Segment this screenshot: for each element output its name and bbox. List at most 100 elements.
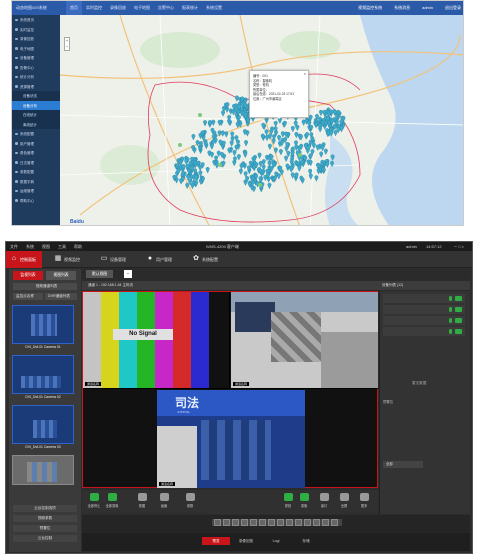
control-button[interactable]: 全屏 [334, 493, 354, 508]
camera-item[interactable] [12, 455, 74, 485]
preset[interactable]: 预置位 [13, 525, 77, 532]
sidebar-item[interactable]: 数据字典 [12, 177, 60, 187]
zoom-control[interactable]: + − [64, 37, 70, 51]
menu-item[interactable]: 工具 [58, 244, 66, 250]
right-row[interactable] [383, 294, 465, 303]
camera-icon[interactable] [455, 329, 462, 334]
layout-button-icon[interactable] [259, 519, 266, 526]
layout-button-icon[interactable] [223, 519, 230, 526]
right-select[interactable]: 全部 [383, 461, 423, 468]
sidebar-item[interactable]: 电子地图 [12, 44, 60, 54]
gis-tab[interactable]: 首页 [66, 1, 82, 15]
video-cell[interactable]: 司法 JUSTICE 通道名称 [157, 390, 305, 488]
control-button[interactable]: 参数 [180, 493, 200, 508]
sidebar-item[interactable]: 参数配置 [12, 167, 60, 177]
menu-item[interactable]: 视图 [42, 244, 50, 250]
control-button[interactable]: 窗口 [314, 493, 334, 508]
control-button[interactable]: 更多 [354, 493, 374, 508]
sidebar-item[interactable]: 系统首页 [12, 15, 60, 25]
layout-button-icon[interactable] [250, 519, 257, 526]
sidebar-item[interactable]: 设备状态 [12, 91, 60, 101]
camera-icon[interactable] [455, 296, 462, 301]
mic-icon[interactable] [449, 307, 452, 312]
sidebar-item[interactable]: 运维管理 [12, 186, 60, 196]
layout-button-icon[interactable] [214, 519, 221, 526]
tab-monitor-list[interactable]: 监视列表 [13, 271, 43, 280]
camera-icon[interactable] [455, 307, 462, 312]
nav-video[interactable]: ▦ 视频监控 [50, 251, 88, 268]
sidebar-item[interactable]: 帮助中心 [12, 196, 60, 206]
layout-button-icon[interactable] [232, 519, 239, 526]
control-button[interactable]: 全部录像 [102, 493, 122, 508]
gis-tab[interactable]: 录像回放 [106, 1, 130, 15]
layout-button-icon[interactable] [304, 519, 311, 526]
gis-logout[interactable]: 退出登录 [445, 5, 461, 11]
ptz-options[interactable]: 云台控制选项 [13, 505, 77, 512]
camera-icon[interactable] [455, 318, 462, 323]
sidebar-item[interactable]: 用户管理 [12, 139, 60, 149]
gis-tab[interactable]: 系统设置 [202, 1, 226, 15]
control-button[interactable]: 抓图 [132, 493, 152, 508]
camera-item[interactable]: DVI_Dsf-01 Camera 01 [12, 305, 74, 349]
view-tab[interactable]: 默认视图 [86, 270, 114, 278]
nav-config[interactable]: ✿ 系统配置 [188, 251, 226, 268]
footer-tab[interactable]: 存储 [292, 537, 320, 545]
sidebar-item[interactable]: 告警中心 [12, 63, 60, 73]
video-cell[interactable]: 通道名称 [231, 292, 378, 389]
layout-button-icon[interactable] [286, 519, 293, 526]
camera-thumb[interactable] [12, 455, 74, 485]
sidebar-item[interactable]: 实时监控 [12, 25, 60, 35]
map-canvas[interactable] [60, 15, 464, 226]
add-tab-icon[interactable]: + [124, 270, 132, 278]
mic-icon[interactable] [449, 318, 452, 323]
ptz-control[interactable]: 云台控制 [13, 535, 77, 542]
menu-item[interactable]: 帮助 [74, 244, 82, 250]
layout-button-icon[interactable] [277, 519, 284, 526]
menu-item[interactable]: 系统 [26, 244, 34, 250]
mic-icon[interactable] [449, 296, 452, 301]
popup-close-icon[interactable]: × [304, 71, 306, 77]
gis-tab[interactable]: 电子地图 [130, 1, 154, 15]
gis-map[interactable]: + − 编号：001 名称：摄像机 类型：枪机 所属单位： 最后在线：2021-0… [60, 15, 464, 226]
layout-button-icon[interactable] [268, 519, 275, 526]
select-a[interactable]: 监控点名称 [13, 293, 43, 300]
footer-tab[interactable]: Logi [262, 537, 290, 545]
control-button[interactable]: 全部停止 [84, 493, 104, 508]
right-row[interactable] [383, 305, 465, 314]
gis-link-message[interactable]: 系统消息 [394, 5, 410, 11]
gis-tab[interactable]: 实时监控 [82, 1, 106, 15]
right-row[interactable] [383, 327, 465, 336]
camera-thumb[interactable] [12, 305, 74, 344]
right-row[interactable] [383, 316, 465, 325]
camera-thumb[interactable] [12, 355, 74, 394]
camera-item[interactable]: DVI_Dsf-01 Camera 03 [12, 405, 74, 449]
camera-thumb[interactable] [12, 405, 74, 444]
sidebar-item[interactable]: 系统配置 [12, 129, 60, 139]
window-controls-icon[interactable]: ─ □ × [454, 244, 464, 249]
nav-user[interactable]: ● 用户管理 [142, 251, 180, 268]
camera-item[interactable]: DVI_Dsf-01 Camera 02 [12, 355, 74, 399]
sidebar-item[interactable]: 离线统计 [12, 119, 60, 129]
sidebar-item[interactable]: 角色管理 [12, 148, 60, 158]
menu-item[interactable]: 文件 [10, 244, 18, 250]
mic-icon[interactable] [449, 329, 452, 334]
layout-button-icon[interactable] [241, 519, 248, 526]
layout-button-icon[interactable] [322, 519, 329, 526]
sidebar-item[interactable]: 录像回放 [12, 34, 60, 44]
footer-tab[interactable]: 预览 [202, 537, 230, 545]
gis-tab[interactable]: 报表统计 [178, 1, 202, 15]
channel-group[interactable]: 视频通道列表 [13, 283, 77, 290]
sidebar-item[interactable]: 日志管理 [12, 158, 60, 168]
nav-control-panel[interactable]: ⌂ 控制面板 [6, 251, 42, 268]
user-name[interactable]: admin [406, 244, 417, 249]
nav-device[interactable]: ▭ 设备管理 [96, 251, 134, 268]
tab-view-list[interactable]: 视图列表 [46, 271, 76, 280]
sidebar-item[interactable]: 统计分析 [12, 72, 60, 82]
sidebar-item[interactable]: 资源管理 [12, 82, 60, 92]
control-button[interactable]: 录像 [294, 493, 314, 508]
video-cell[interactable]: No Signal 通道名称 [83, 292, 230, 389]
select-b[interactable]: DVR通道列表 [45, 293, 77, 300]
layout-button-icon[interactable] [313, 519, 320, 526]
layout-button-icon[interactable] [331, 519, 338, 526]
sidebar-item[interactable]: 设备管理 [12, 53, 60, 63]
